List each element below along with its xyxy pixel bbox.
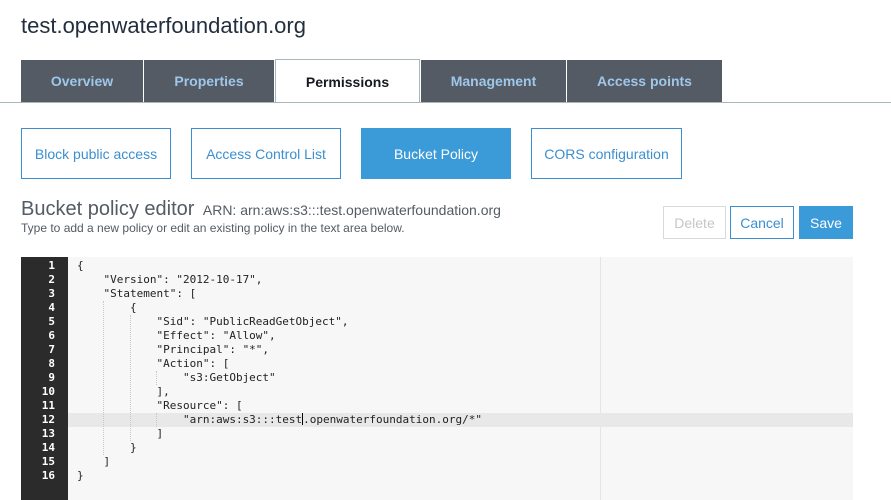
line-number: 16 bbox=[41, 469, 55, 482]
code-text: "s3:GetObject" bbox=[77, 371, 276, 384]
code-line[interactable]: 16} bbox=[21, 469, 853, 483]
code-line[interactable]: 3 "Statement": [ bbox=[21, 287, 853, 301]
indent-guide bbox=[129, 315, 131, 441]
code-text: ] bbox=[77, 427, 164, 440]
line-number: 9 bbox=[48, 371, 55, 384]
code-text: "Sid": "PublicReadGetObject", bbox=[77, 315, 349, 328]
tab-properties[interactable]: Properties bbox=[144, 60, 274, 102]
code-line[interactable]: 2 "Version": "2012-10-17", bbox=[21, 273, 853, 287]
line-number: 14 bbox=[41, 441, 55, 454]
subtab-bar: Block public access Access Control List … bbox=[21, 128, 702, 179]
code-line[interactable]: 7 "Principal": "*", bbox=[21, 343, 853, 357]
line-number: 13 bbox=[41, 427, 55, 440]
code-text: "Principal": "*", bbox=[77, 343, 270, 356]
code-line[interactable]: 9 "s3:GetObject" bbox=[21, 371, 853, 385]
line-number: 2 bbox=[48, 273, 55, 286]
code-line[interactable]: 12 "arn:aws:s3:::test.openwaterfoundatio… bbox=[21, 413, 853, 427]
code-line[interactable]: 11 "Resource": [ bbox=[21, 399, 853, 413]
code-text: "Version": "2012-10-17", bbox=[77, 273, 263, 286]
code-line[interactable]: 1{ bbox=[21, 259, 853, 273]
save-button[interactable]: Save bbox=[799, 206, 853, 239]
subtab-bucket-policy[interactable]: Bucket Policy bbox=[361, 128, 511, 179]
code-line[interactable]: 14 } bbox=[21, 441, 853, 455]
line-number: 10 bbox=[41, 385, 55, 398]
line-number: 4 bbox=[48, 301, 55, 314]
policy-code-editor[interactable]: 1{2 "Version": "2012-10-17", 3 "Statement… bbox=[21, 257, 853, 500]
editor-heading: Bucket policy editor ARN: arn:aws:s3:::t… bbox=[21, 198, 501, 221]
cancel-button[interactable]: Cancel bbox=[730, 206, 794, 239]
code-text: } bbox=[77, 469, 84, 482]
tab-permissions[interactable]: Permissions bbox=[275, 59, 420, 103]
indent-guide bbox=[103, 301, 105, 455]
line-number: 6 bbox=[48, 329, 55, 342]
code-text: ] bbox=[77, 455, 111, 468]
line-number: 5 bbox=[48, 315, 55, 328]
line-number: 11 bbox=[41, 399, 55, 412]
editor-description: Type to add a new policy or edit an exis… bbox=[21, 221, 405, 235]
code-text: "Resource": [ bbox=[77, 399, 243, 412]
code-line[interactable]: 8 "Action": [ bbox=[21, 357, 853, 371]
code-text: "Effect": "Allow", bbox=[77, 329, 276, 342]
line-number: 15 bbox=[41, 455, 55, 468]
code-line[interactable]: 6 "Effect": "Allow", bbox=[21, 329, 853, 343]
tab-bar: Overview Properties Permissions Manageme… bbox=[21, 59, 723, 103]
code-line[interactable]: 15 ] bbox=[21, 455, 853, 469]
bucket-title: test.openwaterfoundation.org bbox=[21, 13, 306, 38]
code-text: "Action": [ bbox=[77, 357, 230, 370]
line-number: 7 bbox=[48, 343, 55, 356]
tab-divider bbox=[0, 102, 891, 103]
indent-guide bbox=[156, 371, 158, 385]
line-number: 8 bbox=[48, 357, 55, 370]
indent-guide bbox=[156, 413, 158, 427]
code-text: "arn:aws:s3:::test.openwaterfoundation.o… bbox=[77, 413, 482, 426]
code-text: ], bbox=[77, 385, 170, 398]
tab-access-points[interactable]: Access points bbox=[567, 60, 722, 102]
subtab-block-public-access[interactable]: Block public access bbox=[21, 128, 171, 179]
delete-button[interactable]: Delete bbox=[663, 206, 726, 239]
text-cursor bbox=[302, 413, 304, 425]
subtab-cors-configuration[interactable]: CORS configuration bbox=[531, 128, 682, 179]
editor-title: Bucket policy editor bbox=[21, 198, 195, 220]
code-line[interactable]: 4 { bbox=[21, 301, 853, 315]
tab-management[interactable]: Management bbox=[421, 60, 566, 102]
code-text: } bbox=[77, 441, 137, 454]
line-number: 1 bbox=[48, 259, 55, 272]
code-text: "Statement": [ bbox=[77, 287, 197, 300]
code-text: { bbox=[77, 259, 84, 272]
subtab-access-control-list[interactable]: Access Control List bbox=[191, 128, 341, 179]
code-text: { bbox=[77, 301, 137, 314]
code-line[interactable]: 13 ] bbox=[21, 427, 853, 441]
tab-overview[interactable]: Overview bbox=[21, 60, 143, 102]
code-line[interactable]: 5 "Sid": "PublicReadGetObject", bbox=[21, 315, 853, 329]
line-number: 12 bbox=[41, 413, 55, 426]
bucket-arn: ARN: arn:aws:s3:::test.openwaterfoundati… bbox=[202, 202, 501, 218]
code-line[interactable]: 10 ], bbox=[21, 385, 853, 399]
line-number: 3 bbox=[48, 287, 55, 300]
